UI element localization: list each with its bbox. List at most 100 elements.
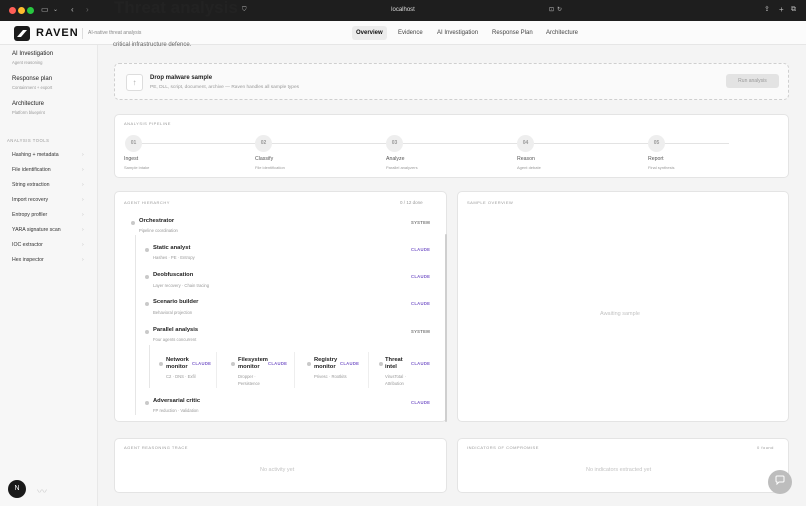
done-count: 0 / 12 done <box>400 200 423 205</box>
pipeline-track <box>129 143 729 144</box>
sample-dropzone[interactable]: ↑ Drop malware sample PE, DLL, script, d… <box>114 63 789 100</box>
ioc-count: 0 found <box>757 445 774 450</box>
sample-overview-card <box>457 191 789 422</box>
upload-icon: ↑ <box>126 74 143 91</box>
extension-icon[interactable]: ⊡ <box>549 5 554 15</box>
agent-deobfuscation[interactable]: Deobfuscation <box>153 272 193 278</box>
nav-architecture[interactable]: Architecture <box>542 26 582 40</box>
tool-hashing[interactable]: Hashing + metadata <box>12 152 59 158</box>
sub-agent-name: monitor <box>238 364 260 370</box>
sub-agent-name: Filesystem <box>238 357 268 363</box>
sidebar-item-architecture[interactable]: Architecture <box>12 101 44 107</box>
reasoning-trace-heading: AGENT REASONING TRACE <box>124 445 188 450</box>
sidebar-item-ai-investigation[interactable]: AI Investigation <box>12 51 53 57</box>
hierarchy-scrollbar[interactable] <box>445 234 447 422</box>
agent-static-analyst[interactable]: Static analyst <box>153 245 190 251</box>
agent-tag: CLAUDE <box>411 301 431 306</box>
step-number: 04 <box>517 135 534 152</box>
chevron-down-icon[interactable]: ⌄ <box>53 5 58 15</box>
tree-connector <box>149 345 150 388</box>
zoom-window-button[interactable] <box>27 7 34 14</box>
agent-desc: Attribution <box>385 381 404 386</box>
share-icon[interactable]: ⇪ <box>764 5 770 15</box>
status-dot <box>131 221 135 225</box>
tabs-icon[interactable]: ⧉ <box>791 5 796 15</box>
avatar[interactable]: N <box>8 480 26 498</box>
agent-tag: CLAUDE <box>268 361 288 366</box>
tool-entropy-profiler[interactable]: Entropy profiler <box>12 212 47 218</box>
ioc-count-value: 0 <box>757 445 760 450</box>
new-tab-icon[interactable]: + <box>779 5 784 15</box>
raven-logo-icon[interactable] <box>14 26 30 41</box>
step-name: Reason <box>517 156 535 162</box>
agent-tag: CLAUDE <box>411 361 431 366</box>
agent-desc: Privesc · Rootkits <box>314 374 347 379</box>
back-icon[interactable]: ‹ <box>71 5 74 15</box>
run-analysis-button[interactable]: Run analysis <box>726 74 779 88</box>
chevron-right-icon: › <box>82 167 84 173</box>
total-value: 12 <box>406 200 412 205</box>
main-content: critical infrastructure defence. ↑ Drop … <box>99 42 806 506</box>
chevron-right-icon: › <box>82 182 84 188</box>
agent-desc: Persistence <box>238 381 260 386</box>
tool-string-extraction[interactable]: String extraction <box>12 182 49 188</box>
chat-icon[interactable] <box>768 470 792 494</box>
agent-desc: Pipeline coordination <box>139 228 178 233</box>
nav-overview[interactable]: Overview <box>352 26 387 40</box>
sub-agent-filesystem-monitor[interactable]: Filesystem monitor CLAUDE Dropper · Pers… <box>229 352 295 388</box>
step-name: Ingest <box>124 156 139 162</box>
logo-text[interactable]: RAVEN <box>36 27 79 39</box>
agent-adversarial-critic[interactable]: Adversarial critic <box>153 398 200 404</box>
agent-desc: Behavioral projection <box>153 310 193 315</box>
tool-file-identification[interactable]: File identification <box>12 167 51 173</box>
tool-yara-scan[interactable]: YARA signature scan <box>12 227 61 233</box>
clipped-description: critical infrastructure defence. <box>113 42 192 48</box>
agent-tag: CLAUDE <box>411 400 431 405</box>
agent-desc: Dropper · <box>238 374 256 379</box>
refresh-icon[interactable]: ↻ <box>557 5 562 15</box>
forward-icon[interactable]: › <box>86 5 89 15</box>
agent-scenario-builder[interactable]: Scenario builder <box>153 299 198 305</box>
chevron-right-icon: › <box>82 242 84 248</box>
status-dot <box>145 248 149 252</box>
pipeline-card <box>114 114 789 178</box>
app-tagline: AI-native threat analysis <box>88 30 142 36</box>
sidebar-item-sub: Platform blueprint <box>12 110 45 115</box>
sidebar: AI Investigation Agent reasoning Respons… <box>0 45 98 506</box>
sidebar-item-sub: Agent reasoning <box>12 60 43 65</box>
tool-ioc-extractor[interactable]: IOC extractor <box>12 242 43 248</box>
agent-orchestrator[interactable]: Orchestrator <box>139 218 174 224</box>
ioc-count-label: found <box>761 445 774 450</box>
shield-icon[interactable]: ⛉ <box>242 5 247 15</box>
status-dot <box>231 362 235 366</box>
agent-tag: CLAUDE <box>192 361 212 366</box>
sub-agent-threat-intel[interactable]: Threat intel CLAUDE VirusTotal · Attribu… <box>377 352 437 388</box>
step-number: 02 <box>255 135 272 152</box>
step-desc: File identification <box>255 165 285 170</box>
chevron-right-icon: › <box>82 212 84 218</box>
header-divider <box>82 28 83 39</box>
agent-parallel-analysis[interactable]: Parallel analysis <box>153 327 198 333</box>
nav-evidence[interactable]: Evidence <box>394 26 427 40</box>
agent-tag: CLAUDE <box>411 247 431 252</box>
tool-hex-inspector[interactable]: Hex inspector <box>12 257 44 263</box>
sub-agent-registry-monitor[interactable]: Registry monitor CLAUDE Privesc · Rootki… <box>305 352 369 388</box>
status-dot <box>379 362 383 366</box>
minimize-window-button[interactable] <box>18 7 25 14</box>
step-name: Analyze <box>386 156 405 162</box>
nav-ai-investigation[interactable]: AI Investigation <box>433 26 482 40</box>
tool-import-recovery[interactable]: Import recovery <box>12 197 48 203</box>
sub-agent-network-monitor[interactable]: Network monitor CLAUDE C2 · DNS · Exfil <box>155 352 217 388</box>
chevron-right-icon: › <box>82 257 84 263</box>
status-dot <box>145 302 149 306</box>
address-bar[interactable]: localhost <box>260 3 546 18</box>
sidebar-item-sub: Containment + export <box>12 85 53 90</box>
sidebar-toggle-icon[interactable]: ▭ <box>41 5 49 15</box>
agent-desc: C2 · DNS · Exfil <box>166 374 196 379</box>
nav-response-plan[interactable]: Response Plan <box>488 26 537 40</box>
agent-tag: SYSTEM <box>411 220 431 225</box>
close-window-button[interactable] <box>9 7 16 14</box>
chevron-right-icon: › <box>82 152 84 158</box>
sidebar-item-response-plan[interactable]: Response plan <box>12 76 52 82</box>
agent-tag: SYSTEM <box>411 329 431 334</box>
